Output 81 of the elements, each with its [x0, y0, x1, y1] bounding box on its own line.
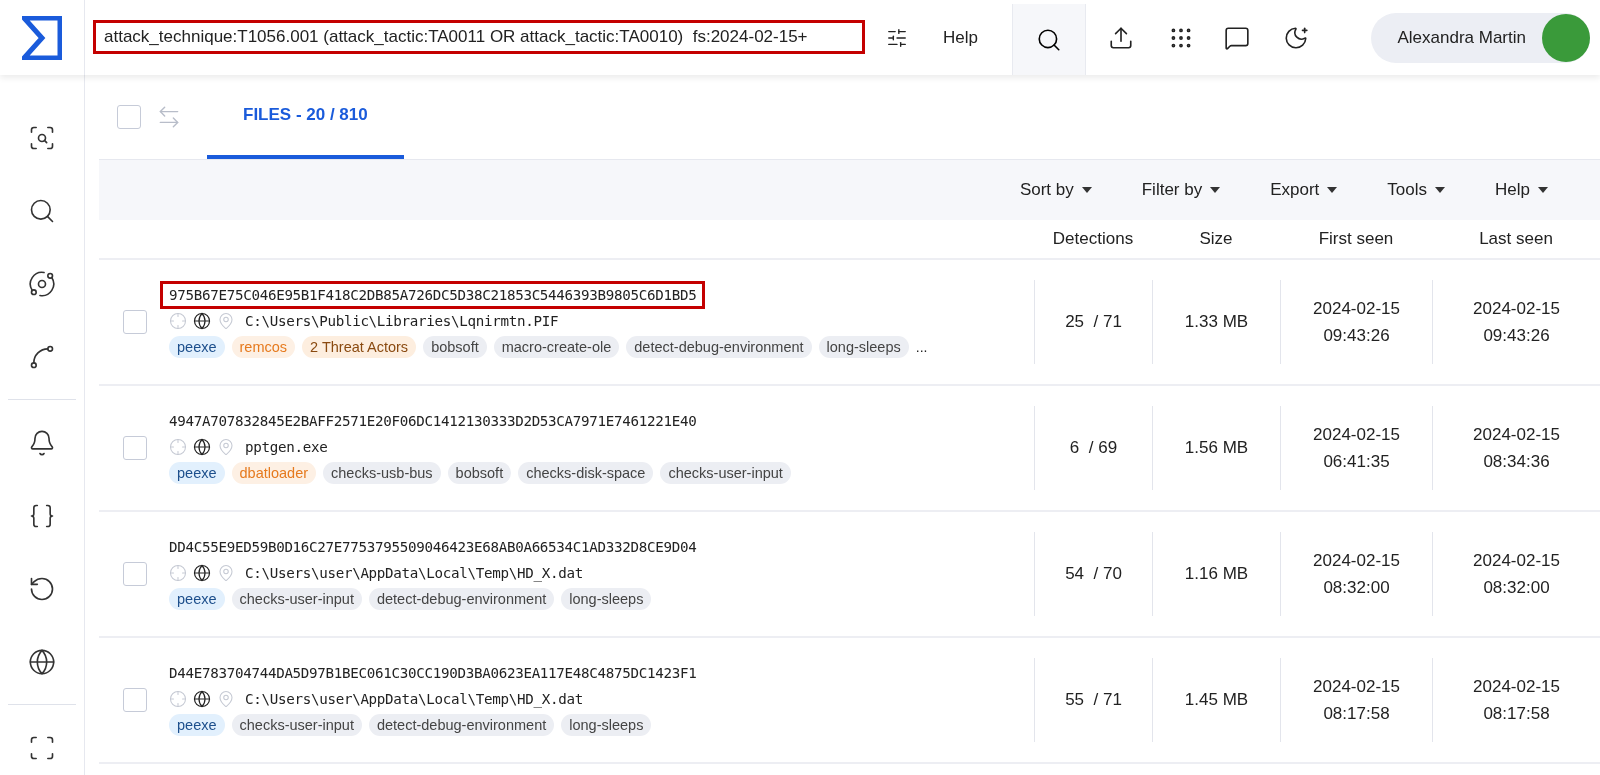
toolbar-dropdown[interactable]: Help — [1473, 180, 1570, 200]
first-seen-date: 2024-02-15 06:41:35 — [1313, 423, 1400, 473]
target-icon — [169, 563, 187, 582]
caret-icon — [1210, 187, 1221, 193]
map-pin-icon — [217, 437, 235, 456]
target-icon — [169, 689, 187, 708]
file-hash-link[interactable]: DD4C55E9ED59B0D16C27E7753795509046423E68AB0A66534C1AD332D8CE9D04 — [160, 532, 706, 561]
caret-icon — [1327, 187, 1338, 193]
globe-icon — [193, 437, 211, 456]
user-menu[interactable]: Alexandra Martin — [1371, 13, 1590, 63]
file-size: 1.16 MB — [1184, 563, 1249, 586]
tag-chip[interactable]: peexe — [169, 461, 225, 484]
tag-chip[interactable]: macro-create-ole — [493, 335, 620, 358]
caret-icon — [1538, 187, 1548, 193]
more-tags-link[interactable]: ... — [915, 338, 928, 355]
detections-count: 54 / 70 — [1065, 563, 1122, 586]
tag-chip[interactable]: bobsoft — [447, 461, 512, 484]
file-path: C:\Users\user\AppData\Local\Temp\HD_X.dat — [245, 564, 583, 581]
toolbar-dropdown[interactable]: Export — [1248, 180, 1360, 200]
toolbar-dropdown[interactable]: Sort by — [997, 180, 1114, 200]
first-seen-date: 2024-02-15 08:17:58 — [1313, 675, 1400, 725]
first-seen-date: 2024-02-15 09:43:26 — [1313, 297, 1400, 347]
caret-icon — [1081, 187, 1092, 193]
file-size: 1.56 MB — [1184, 437, 1249, 460]
column-header[interactable]: First seen — [1280, 229, 1432, 249]
file-size: 1.45 MB — [1184, 689, 1249, 712]
logo-icon[interactable] — [22, 15, 62, 60]
caret-icon — [1435, 187, 1446, 193]
tag-chip[interactable]: 2 Threat Actors — [302, 335, 417, 358]
tag-chip[interactable]: long-sleeps — [561, 713, 652, 736]
row-checkbox[interactable] — [123, 310, 147, 334]
row-checkbox[interactable] — [123, 562, 147, 586]
tag-chip[interactable]: peexe — [169, 335, 225, 358]
select-all-checkbox[interactable] — [117, 105, 141, 129]
tag-chip[interactable]: checks-user-input — [660, 461, 791, 484]
tag-chip[interactable]: detect-debug-environment — [626, 335, 812, 358]
tag-chip[interactable]: peexe — [169, 587, 225, 610]
tag-chip[interactable]: bobsoft — [423, 335, 487, 358]
row-checkbox[interactable] — [123, 436, 147, 460]
file-path: C:\Users\user\AppData\Local\Temp\HD_X.dat — [245, 690, 583, 707]
column-header[interactable]: Size — [1152, 229, 1280, 249]
globe-icon — [193, 311, 211, 330]
globe-icon — [193, 563, 211, 582]
last-seen-date: 2024-02-15 08:34:36 — [1473, 423, 1560, 473]
detections-count: 6 / 69 — [1069, 437, 1118, 460]
last-seen-date: 2024-02-15 08:32:00 — [1473, 549, 1560, 599]
tag-chip[interactable]: detect-debug-environment — [368, 587, 555, 610]
search-button[interactable] — [1011, 4, 1086, 75]
file-hash-link[interactable]: 975B67E75C046E95B1F418C2DB85A726DC5D38C21853C5446393B9805C6D1BD5 — [160, 280, 706, 309]
tag-chip[interactable]: long-sleeps — [818, 335, 909, 358]
map-pin-icon — [217, 311, 235, 330]
tag-chip[interactable]: checks-user-input — [231, 713, 362, 736]
tag-chip[interactable]: long-sleeps — [561, 587, 652, 610]
file-path: C:\Users\Public\Libraries\Lqnirmtn.PIF — [245, 312, 559, 329]
avatar — [1542, 14, 1590, 62]
file-hash-link[interactable]: D44E783704744DA5D97B1BEC061C30CC190D3BA0623EA117E48C4875DC1423F1 — [160, 658, 706, 687]
help-link[interactable]: Help — [929, 0, 992, 75]
column-header[interactable]: Last seen — [1432, 229, 1600, 249]
file-size: 1.33 MB — [1184, 311, 1249, 334]
map-pin-icon — [217, 689, 235, 708]
detections-count: 55 / 71 — [1065, 689, 1122, 712]
target-icon — [169, 437, 187, 456]
globe-icon — [193, 689, 211, 708]
file-hash-link[interactable]: 4947A707832845E2BAFF2571E20F06DC1412130333D2D53CA7971E7461221E40 — [160, 406, 706, 435]
tag-chip[interactable]: detect-debug-environment — [368, 713, 555, 736]
search-field[interactable]: attack_technique:T1056.001 (attack_tactic:TA0011 OR attack_tactic:TA0010) fs:2024-02-15+ — [93, 20, 865, 54]
last-seen-date: 2024-02-15 08:17:58 — [1473, 675, 1560, 725]
tag-chip[interactable]: checks-usb-bus — [323, 461, 441, 484]
last-seen-date: 2024-02-15 09:43:26 — [1473, 297, 1560, 347]
file-path: pptgen.exe — [245, 438, 328, 455]
first-seen-date: 2024-02-15 08:32:00 — [1313, 549, 1400, 599]
tag-chip[interactable]: checks-user-input — [231, 587, 362, 610]
column-header[interactable]: Detections — [1034, 229, 1152, 249]
toolbar-dropdown[interactable]: Tools — [1365, 180, 1468, 200]
toolbar-dropdown[interactable]: Filter by — [1119, 180, 1243, 200]
tag-chip[interactable]: peexe — [169, 713, 225, 736]
target-icon — [169, 311, 187, 330]
row-checkbox[interactable] — [123, 688, 147, 712]
detections-count: 25 / 71 — [1065, 311, 1122, 334]
map-pin-icon — [217, 563, 235, 582]
tag-chip[interactable]: checks-disk-space — [518, 461, 654, 484]
